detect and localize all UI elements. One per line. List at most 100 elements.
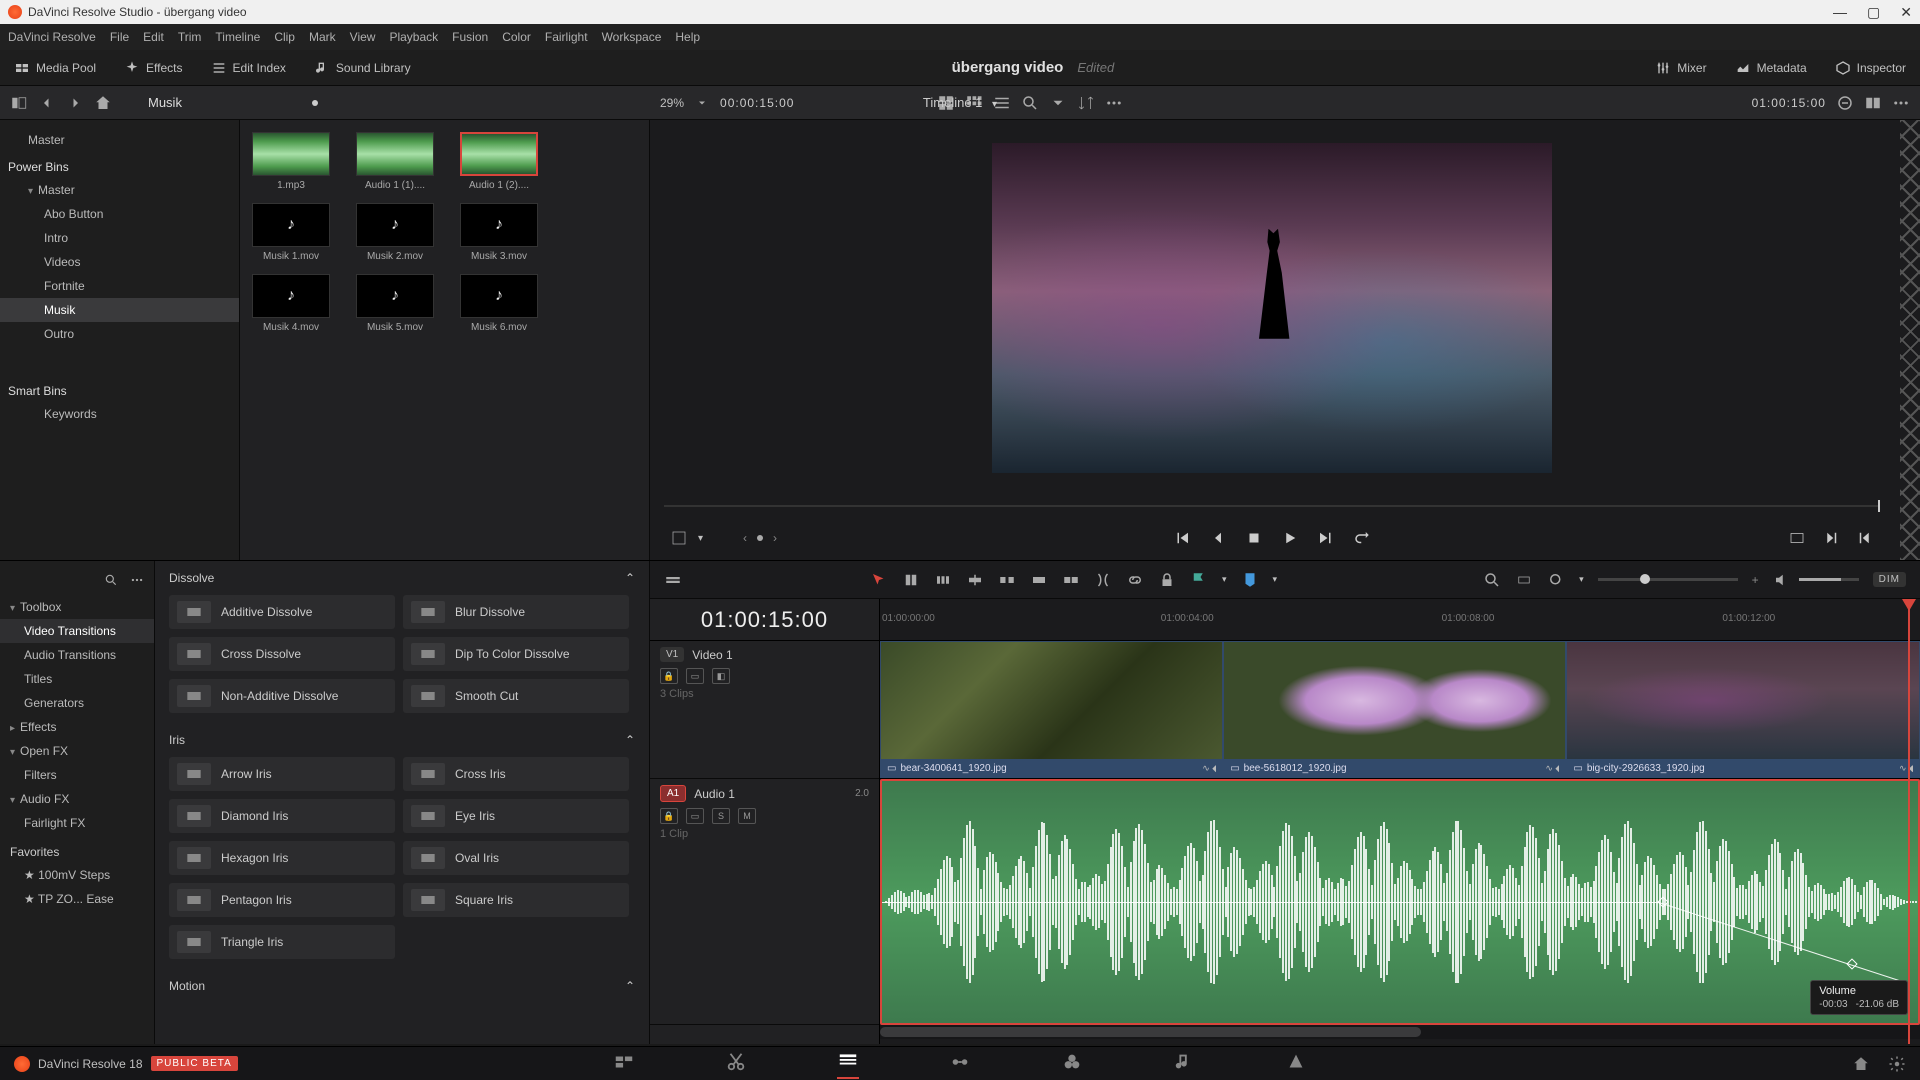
sound-library-toggle[interactable]: Sound Library <box>300 50 425 85</box>
fx-openfx[interactable]: Open FX <box>0 739 154 763</box>
v1-auto-button[interactable]: ◧ <box>712 668 730 684</box>
viewer-canvas[interactable] <box>650 120 1894 496</box>
step-back-button[interactable] <box>1209 529 1227 547</box>
bin-view-icon[interactable] <box>10 94 28 112</box>
page-deliver[interactable] <box>1285 1051 1307 1076</box>
menu-resolve[interactable]: DaVinci Resolve <box>8 30 96 44</box>
playhead[interactable] <box>1908 599 1910 1044</box>
menu-trim[interactable]: Trim <box>178 30 202 44</box>
video-clip-bear[interactable]: ▭bear-3400641_1920.jpg∿ ◆ <box>880 641 1223 778</box>
menu-view[interactable]: View <box>350 30 376 44</box>
media-clip[interactable]: ♪Musik 2.mov <box>356 203 434 262</box>
media-clip[interactable]: ♪Musik 5.mov <box>356 274 434 333</box>
transition-item[interactable]: Blur Dissolve <box>403 595 629 629</box>
search-icon[interactable] <box>1021 94 1039 112</box>
transition-item[interactable]: Pentagon Iris <box>169 883 395 917</box>
volume-envelope-line[interactable] <box>882 902 1659 903</box>
tree-item-outro[interactable]: Outro <box>0 322 239 346</box>
home-footer-icon[interactable] <box>1852 1055 1870 1073</box>
menu-timeline[interactable]: Timeline <box>215 30 260 44</box>
zoom-chevron-icon[interactable] <box>696 94 708 112</box>
edit-index-toggle[interactable]: Edit Index <box>197 50 300 85</box>
timeline-selector[interactable]: Timeline 1 ▾ <box>923 95 997 110</box>
transition-item[interactable]: Hexagon Iris <box>169 841 395 875</box>
media-clip[interactable]: 1.mp3 <box>252 132 330 191</box>
transition-item[interactable]: Square Iris <box>403 883 629 917</box>
selection-tool-icon[interactable] <box>870 571 888 589</box>
transition-group-header[interactable]: Iris⌃ <box>155 723 649 753</box>
nav-back-icon[interactable] <box>38 94 56 112</box>
track-v1-header[interactable]: V1 Video 1 🔒 ▭ ◧ 3 Clips <box>650 641 879 779</box>
razor-icon[interactable] <box>1094 571 1112 589</box>
bypass-icon[interactable] <box>1836 94 1854 112</box>
window-close-button[interactable]: ✕ <box>1900 4 1912 21</box>
zoom-full-icon[interactable] <box>1515 571 1533 589</box>
dynamic-trim-icon[interactable] <box>934 571 952 589</box>
prev-clip-button[interactable] <box>1173 529 1191 547</box>
transition-item[interactable]: Smooth Cut <box>403 679 629 713</box>
transition-group-header[interactable]: Motion⌃ <box>155 969 649 999</box>
volume-icon[interactable] <box>1773 571 1791 589</box>
page-color[interactable] <box>1061 1051 1083 1076</box>
menu-clip[interactable]: Clip <box>274 30 295 44</box>
tree-item-videos[interactable]: Videos <box>0 250 239 274</box>
viewer-scrubber[interactable] <box>664 496 1880 516</box>
fx-video-transitions[interactable]: Video Transitions <box>0 619 154 643</box>
a1-lock-button[interactable]: 🔒 <box>660 808 678 824</box>
media-clip[interactable]: ♪Musik 4.mov <box>252 274 330 333</box>
fx-search-icon[interactable] <box>104 573 118 587</box>
chevron-down-icon[interactable] <box>1049 94 1067 112</box>
link-icon[interactable] <box>1126 571 1144 589</box>
page-media[interactable] <box>613 1051 635 1076</box>
audio-clip[interactable]: Volume -00:03-21.06 dB <box>880 779 1920 1025</box>
menu-fairlight[interactable]: Fairlight <box>545 30 588 44</box>
fx-fairlightfx[interactable]: Fairlight FX <box>0 811 154 835</box>
fx-fav-tpzo[interactable]: ★ TP ZO... Ease <box>0 887 154 911</box>
more-viewer-icon[interactable] <box>1892 94 1910 112</box>
transition-item[interactable]: Cross Iris <box>403 757 629 791</box>
dual-viewer-icon[interactable] <box>1864 94 1882 112</box>
transition-item[interactable]: Additive Dissolve <box>169 595 395 629</box>
fx-titles[interactable]: Titles <box>0 667 154 691</box>
timeline-hscroll[interactable] <box>880 1025 1920 1039</box>
tree-item-intro[interactable]: Intro <box>0 226 239 250</box>
prev-mark-icon[interactable] <box>1856 529 1874 547</box>
fx-toolbox[interactable]: Toolbox <box>0 595 154 619</box>
transition-item[interactable]: Oval Iris <box>403 841 629 875</box>
window-maximize-button[interactable]: ▢ <box>1867 4 1880 21</box>
media-clip[interactable]: Audio 1 (1).... <box>356 132 434 191</box>
a1-mute-button[interactable]: M <box>738 808 756 824</box>
blade-tool-icon[interactable] <box>966 571 984 589</box>
more-icon[interactable] <box>1105 94 1123 112</box>
tl-search-icon[interactable] <box>1483 571 1501 589</box>
video-clip-bee[interactable]: ▭bee-5618012_1920.jpg∿ ◆ <box>1223 641 1566 778</box>
tree-item-musik[interactable]: Musik <box>0 298 239 322</box>
transition-item[interactable]: Triangle Iris <box>169 925 395 959</box>
media-clip[interactable]: ♪Musik 1.mov <box>252 203 330 262</box>
timeline-zoom-slider[interactable] <box>1598 578 1738 581</box>
loop-button[interactable] <box>1353 529 1371 547</box>
v1-lock-button[interactable]: 🔒 <box>660 668 678 684</box>
fx-audiofx[interactable]: Audio FX <box>0 787 154 811</box>
page-edit[interactable] <box>837 1048 859 1079</box>
timeline-tracks[interactable]: 01:00:00:00 01:00:04:00 01:00:08:00 01:0… <box>880 599 1920 1044</box>
timeline-ruler[interactable]: 01:00:00:00 01:00:04:00 01:00:08:00 01:0… <box>880 599 1920 641</box>
v1-enable-button[interactable]: ▭ <box>686 668 704 684</box>
dim-button[interactable]: DIM <box>1873 572 1906 587</box>
fx-fav-100mv[interactable]: ★ 100mV Steps <box>0 863 154 887</box>
a1-enable-button[interactable]: ▭ <box>686 808 704 824</box>
media-pool-toggle[interactable]: Media Pool <box>0 50 110 85</box>
inspector-toggle[interactable]: Inspector <box>1821 50 1920 85</box>
home-icon[interactable] <box>94 94 112 112</box>
menu-color[interactable]: Color <box>502 30 531 44</box>
page-fairlight[interactable] <box>1173 1051 1195 1076</box>
transition-group-header[interactable]: Dissolve⌃ <box>155 561 649 591</box>
transition-item[interactable]: Diamond Iris <box>169 799 395 833</box>
next-mark-icon[interactable] <box>1822 529 1840 547</box>
play-button[interactable] <box>1281 529 1299 547</box>
media-clip[interactable]: ♪Musik 3.mov <box>460 203 538 262</box>
next-clip-button[interactable] <box>1317 529 1335 547</box>
a1-solo-button[interactable]: S <box>712 808 730 824</box>
fx-audio-transitions[interactable]: Audio Transitions <box>0 643 154 667</box>
page-fusion[interactable] <box>949 1051 971 1076</box>
